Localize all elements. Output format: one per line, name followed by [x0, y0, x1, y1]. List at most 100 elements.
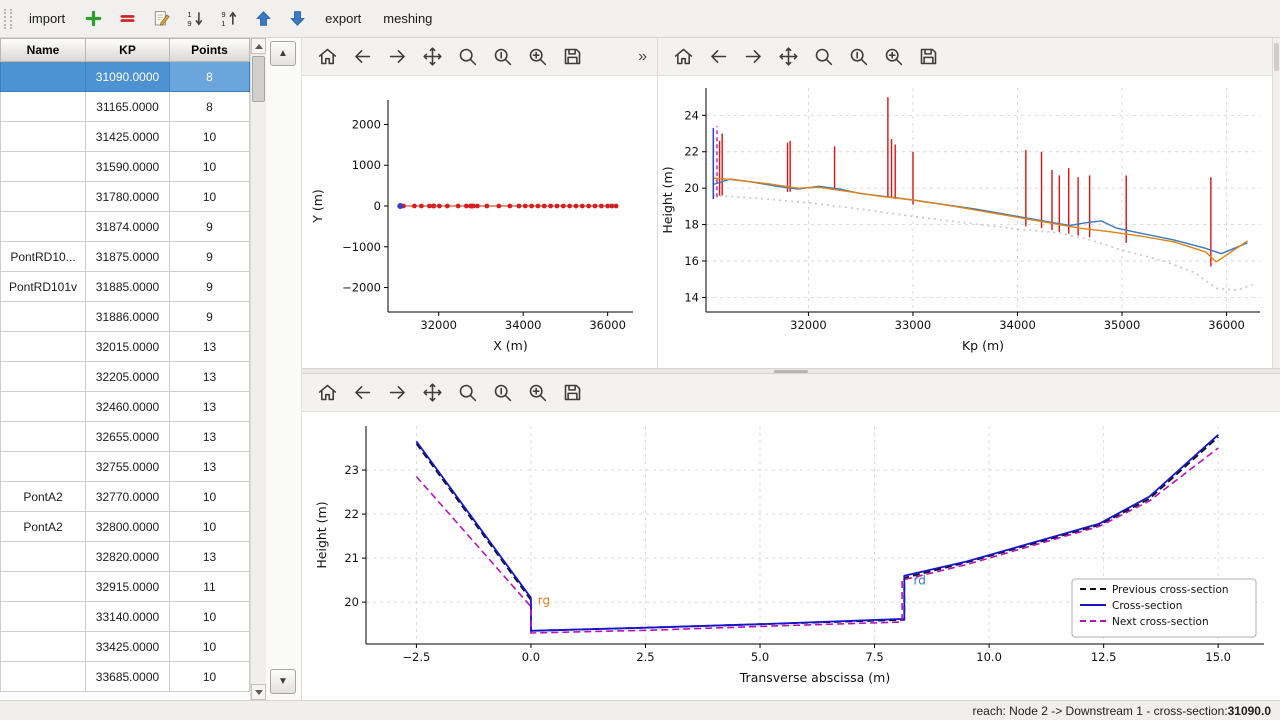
cell-kp[interactable]: 31780.0000 — [86, 182, 170, 212]
cell-name[interactable] — [0, 572, 86, 602]
column-header-kp[interactable]: KP — [86, 38, 170, 62]
cell-points[interactable]: 10 — [170, 632, 250, 662]
cell-name[interactable] — [0, 302, 86, 332]
cell-points[interactable]: 9 — [170, 242, 250, 272]
table-row[interactable]: PontRD101v31885.00009 — [0, 272, 250, 302]
cell-name[interactable] — [0, 542, 86, 572]
cell-points[interactable]: 13 — [170, 392, 250, 422]
cell-name[interactable] — [0, 182, 86, 212]
zoom-rect-button[interactable] — [810, 44, 836, 70]
table-row[interactable]: PontA232800.000010 — [0, 512, 250, 542]
cell-points[interactable]: 13 — [170, 332, 250, 362]
cell-name[interactable]: PontA2 — [0, 512, 86, 542]
home-button[interactable] — [314, 44, 340, 70]
menu-export[interactable]: export — [314, 0, 372, 38]
move-row-down-button[interactable]: ▼ — [270, 669, 296, 694]
cross-section-plot[interactable]: −2.50.02.55.07.510.012.515.020212223Tran… — [302, 412, 1280, 700]
cell-name[interactable] — [0, 152, 86, 182]
sort-descending-button[interactable]: 19 — [182, 6, 208, 32]
cell-kp[interactable]: 31090.0000 — [86, 62, 170, 92]
table-row[interactable]: 33140.000010 — [0, 602, 250, 632]
column-header-points[interactable]: Points — [170, 38, 250, 62]
cell-points[interactable]: 10 — [170, 482, 250, 512]
table-row[interactable]: 32015.000013 — [0, 332, 250, 362]
zoom-rect-button[interactable] — [454, 44, 480, 70]
table-row[interactable]: 31425.000010 — [0, 122, 250, 152]
home-button[interactable] — [314, 380, 340, 406]
cell-name[interactable] — [0, 632, 86, 662]
plots-scrollbar-thumb[interactable] — [1274, 43, 1279, 71]
save-button[interactable] — [915, 44, 941, 70]
move-up-button[interactable] — [250, 6, 276, 32]
cell-kp[interactable]: 31425.0000 — [86, 122, 170, 152]
table-row[interactable]: 31874.00009 — [0, 212, 250, 242]
zoom-button[interactable] — [524, 380, 550, 406]
back-button[interactable] — [705, 44, 731, 70]
cell-points[interactable]: 13 — [170, 362, 250, 392]
cell-kp[interactable]: 32205.0000 — [86, 362, 170, 392]
cell-name[interactable] — [0, 422, 86, 452]
cell-kp[interactable]: 32755.0000 — [86, 452, 170, 482]
plan-view-plot[interactable]: 320003400036000−2000−1000010002000X (m)Y… — [302, 76, 657, 368]
zoom-button[interactable] — [524, 44, 550, 70]
zoom-rect-button[interactable] — [454, 380, 480, 406]
pan-button[interactable] — [419, 380, 445, 406]
cell-name[interactable]: PontRD101v — [0, 272, 86, 302]
cell-kp[interactable]: 31886.0000 — [86, 302, 170, 332]
cell-points[interactable]: 8 — [170, 62, 250, 92]
cell-kp[interactable]: 31874.0000 — [86, 212, 170, 242]
longitudinal-profile-plot[interactable]: 3200033000340003500036000141618202224Kp … — [658, 76, 1272, 368]
menu-meshing[interactable]: meshing — [372, 0, 443, 38]
figure-options-button[interactable] — [489, 380, 515, 406]
table-row[interactable]: 32460.000013 — [0, 392, 250, 422]
cell-name[interactable] — [0, 92, 86, 122]
cell-kp[interactable]: 31590.0000 — [86, 152, 170, 182]
table-row[interactable]: 32755.000013 — [0, 452, 250, 482]
forward-button[interactable] — [740, 44, 766, 70]
table-row[interactable]: 33425.000010 — [0, 632, 250, 662]
cell-kp[interactable]: 32800.0000 — [86, 512, 170, 542]
cell-points[interactable]: 13 — [170, 452, 250, 482]
cell-points[interactable]: 10 — [170, 152, 250, 182]
plots-vertical-scrollbar[interactable] — [1272, 38, 1280, 368]
menu-import[interactable]: import — [18, 0, 76, 38]
cell-kp[interactable]: 32770.0000 — [86, 482, 170, 512]
back-button[interactable] — [349, 44, 375, 70]
table-row[interactable]: 32655.000013 — [0, 422, 250, 452]
scrollbar-thumb[interactable] — [252, 56, 265, 102]
column-header-name[interactable]: Name — [0, 38, 86, 62]
table-row[interactable]: 32205.000013 — [0, 362, 250, 392]
table-row[interactable]: 32820.000013 — [0, 542, 250, 572]
figure-options-button[interactable] — [845, 44, 871, 70]
forward-button[interactable] — [384, 380, 410, 406]
cell-name[interactable] — [0, 362, 86, 392]
move-down-button[interactable] — [284, 6, 310, 32]
cell-points[interactable]: 13 — [170, 542, 250, 572]
table-row[interactable]: PontRD10...31875.00009 — [0, 242, 250, 272]
table-row[interactable]: 33685.000010 — [0, 662, 250, 692]
cell-kp[interactable]: 33425.0000 — [86, 632, 170, 662]
cell-kp[interactable]: 32460.0000 — [86, 392, 170, 422]
forward-button[interactable] — [384, 44, 410, 70]
pan-button[interactable] — [419, 44, 445, 70]
cell-points[interactable]: 10 — [170, 602, 250, 632]
toolbar-grip-handle[interactable] — [4, 9, 12, 29]
cell-name[interactable] — [0, 122, 86, 152]
cell-points[interactable]: 9 — [170, 272, 250, 302]
move-row-up-button[interactable]: ▲ — [270, 41, 296, 66]
scrollbar-down-button[interactable] — [251, 684, 266, 700]
add-button[interactable] — [80, 6, 106, 32]
cell-points[interactable]: 10 — [170, 182, 250, 212]
cell-name[interactable] — [0, 62, 86, 92]
cell-points[interactable]: 9 — [170, 212, 250, 242]
pan-button[interactable] — [775, 44, 801, 70]
scrollbar-up-button[interactable] — [251, 38, 266, 54]
table-row[interactable]: 31886.00009 — [0, 302, 250, 332]
cell-points[interactable]: 10 — [170, 662, 250, 692]
cell-kp[interactable]: 32820.0000 — [86, 542, 170, 572]
table-row[interactable]: PontA232770.000010 — [0, 482, 250, 512]
figure-options-button[interactable] — [489, 44, 515, 70]
cell-points[interactable]: 10 — [170, 122, 250, 152]
cell-kp[interactable]: 33140.0000 — [86, 602, 170, 632]
table-row[interactable]: 32915.000011 — [0, 572, 250, 602]
